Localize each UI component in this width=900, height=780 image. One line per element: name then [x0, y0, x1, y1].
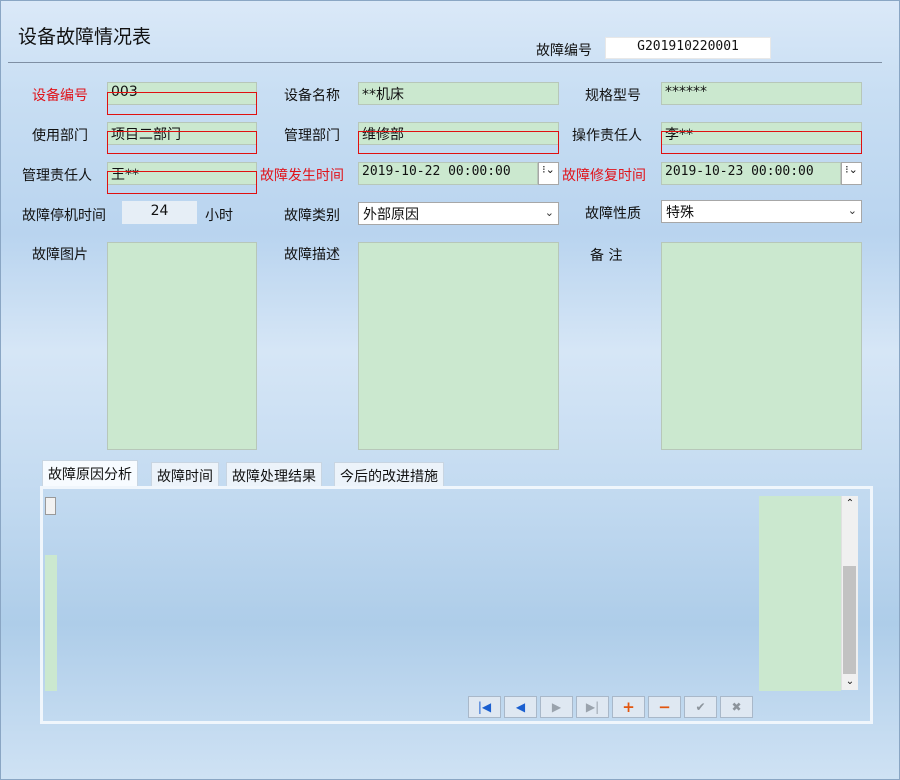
model-label: 规格型号 — [585, 88, 641, 104]
operator-field[interactable]: 李** — [661, 122, 862, 145]
equip-no-field[interactable]: 003 — [107, 82, 257, 105]
occur-time-field[interactable]: 2019-10-22 00:00:00 — [358, 162, 538, 185]
fault-type-value: 外部原因 — [363, 207, 419, 223]
nav-last-button[interactable]: ▶| — [576, 696, 609, 718]
scroll-up-icon[interactable]: ⌃ — [842, 496, 858, 512]
scroll-thumb[interactable] — [843, 566, 856, 674]
desc-label: 故障描述 — [284, 247, 340, 263]
vertical-scrollbar[interactable]: ⌃ ⌄ — [841, 496, 858, 690]
fault-type-label: 故障类别 — [284, 208, 340, 224]
nav-first-button[interactable]: |◀ — [468, 696, 501, 718]
operator-label: 操作责任人 — [572, 128, 642, 144]
equip-name-label: 设备名称 — [284, 88, 340, 104]
repair-time-label: 故障修复时间 — [562, 168, 646, 184]
row-indicator-strip — [45, 555, 57, 691]
chevron-down-icon: ⌄ — [847, 204, 857, 217]
repair-time-field[interactable]: 2019-10-23 00:00:00 — [661, 162, 841, 185]
cancel-record-button[interactable]: ✖ — [720, 696, 753, 718]
picture-box[interactable] — [107, 242, 257, 450]
use-dept-field[interactable]: 项目二部门 — [107, 122, 257, 145]
model-field[interactable]: ****** — [661, 82, 862, 105]
equip-name-field[interactable]: **机床 — [358, 82, 559, 105]
header-divider — [8, 62, 882, 63]
tab-cause-analysis[interactable]: 故障原因分析 — [42, 460, 138, 488]
subform-memo[interactable] — [759, 496, 841, 691]
nav-prev-button[interactable]: ◀ — [504, 696, 537, 718]
nav-next-button[interactable]: ▶ — [540, 696, 573, 718]
picture-label: 故障图片 — [32, 247, 88, 263]
downtime-unit: 小时 — [205, 208, 233, 224]
chevron-down-icon: ⁝⌄ — [845, 163, 858, 176]
occur-time-label: 故障发生时间 — [260, 168, 344, 184]
mgmt-dept-field[interactable]: 维修部 — [358, 122, 559, 145]
equip-no-label: 设备编号 — [32, 88, 88, 104]
fault-no-label: 故障编号 — [536, 43, 592, 59]
fault-type-select[interactable]: 外部原因 ⌄ — [358, 202, 559, 225]
tab-handling-result[interactable]: 故障处理结果 — [226, 462, 322, 486]
fault-nature-value: 特殊 — [666, 205, 694, 221]
downtime-label: 故障停机时间 — [22, 208, 106, 224]
form-title: 设备故障情况表 — [18, 26, 152, 48]
manager-label: 管理责任人 — [22, 168, 92, 184]
repair-time-picker[interactable]: ⁝⌄ — [841, 162, 862, 185]
fault-nature-select[interactable]: 特殊 ⌄ — [661, 200, 862, 223]
record-selector[interactable] — [45, 497, 56, 515]
fault-nature-label: 故障性质 — [585, 206, 641, 222]
remark-textarea[interactable] — [661, 242, 862, 450]
tab-panel — [40, 486, 873, 724]
manager-field[interactable]: 王** — [107, 162, 257, 185]
chevron-down-icon: ⌄ — [544, 206, 554, 219]
use-dept-label: 使用部门 — [32, 128, 88, 144]
delete-record-button[interactable]: − — [648, 696, 681, 718]
mgmt-dept-label: 管理部门 — [284, 128, 340, 144]
save-record-button[interactable]: ✔ — [684, 696, 717, 718]
fault-no-field[interactable]: G201910220001 — [605, 37, 771, 59]
desc-textarea[interactable] — [358, 242, 559, 450]
occur-time-picker[interactable]: ⁝⌄ — [538, 162, 559, 185]
tab-improvement[interactable]: 今后的改进措施 — [334, 462, 444, 486]
downtime-field[interactable]: 24 — [122, 201, 197, 224]
tab-fault-time[interactable]: 故障时间 — [151, 462, 219, 486]
chevron-down-icon: ⁝⌄ — [542, 163, 555, 176]
remark-label: 备 注 — [590, 248, 623, 264]
scroll-down-icon[interactable]: ⌄ — [842, 674, 858, 690]
add-record-button[interactable]: + — [612, 696, 645, 718]
